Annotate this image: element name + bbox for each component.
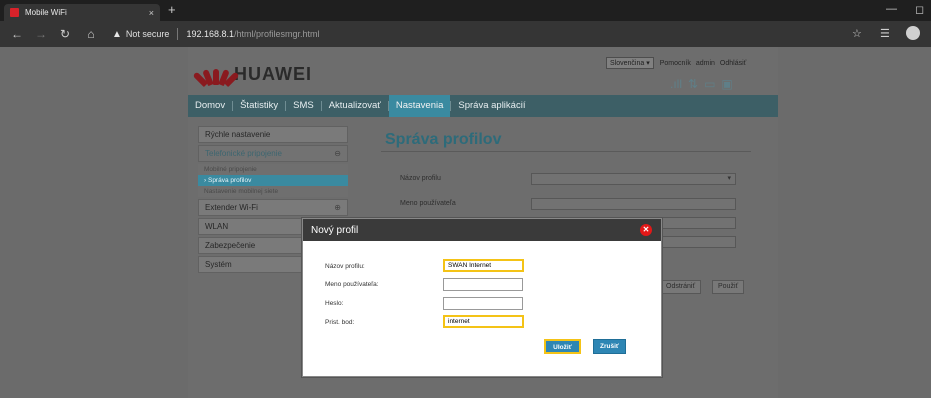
address-bar[interactable]: ▲ Not secure 192.168.8.1 /html/profilesm… (112, 25, 832, 43)
top-links: Slovenčina ▾ Pomocník admin Odhlásiť (606, 57, 751, 69)
nav-app-management[interactable]: Správa aplikácií (451, 95, 532, 117)
language-select[interactable]: Slovenčina ▾ (606, 57, 654, 69)
home-icon[interactable]: ⌂ (80, 27, 102, 41)
web-page: Slovenčina ▾ Pomocník admin Odhlásiť HUA… (0, 47, 931, 398)
brand-name: HUAWEI (234, 63, 312, 84)
address-toolbar: ← → ↻ ⌂ ▲ Not secure 192.168.8.1 /html/p… (0, 21, 931, 47)
star-icon[interactable]: ☆ (852, 27, 862, 40)
help-link[interactable]: Pomocník (660, 60, 691, 67)
sidebar-item-wifi-extender[interactable]: Extender Wi-Fi ⊕ (198, 199, 348, 216)
nav-statistics[interactable]: Štatistiky (233, 95, 285, 117)
username-field[interactable] (531, 198, 736, 210)
main-nav: Domov Štatistiky SMS Aktualizovať Nastav… (188, 95, 778, 117)
nav-home[interactable]: Domov (188, 95, 232, 117)
huawei-logo: HUAWEI (192, 63, 312, 88)
nav-settings[interactable]: Nastavenia (388, 95, 451, 117)
profile-name-input[interactable]: SWAN Internet (443, 259, 524, 272)
username-label: Meno používateľa: (325, 281, 379, 288)
nav-update[interactable]: Aktualizovať (322, 95, 388, 117)
signal-icon: .ıll (670, 77, 682, 91)
url-path: /html/profilesmgr.html (233, 29, 320, 39)
username-input[interactable] (443, 278, 523, 291)
save-button[interactable]: Uložiť (544, 339, 581, 354)
logout-link[interactable]: Odhlásiť (720, 60, 746, 67)
profile-name-label: Názov profilu: (325, 263, 365, 270)
title-divider (381, 151, 751, 152)
cancel-button[interactable]: Zrušiť (593, 339, 626, 354)
browser-tab-bar: Mobile WiFi × + — ◻ (0, 0, 931, 21)
close-icon[interactable]: ✕ (640, 224, 652, 236)
delete-button[interactable]: Odstrániť (660, 280, 702, 294)
sidebar-subitem-profile-management[interactable]: › Správa profilov (198, 175, 348, 186)
reload-icon[interactable]: ↻ (54, 27, 76, 41)
sidebar-subitem-mobile-connection[interactable]: Mobilné pripojenie (198, 164, 348, 175)
new-profile-dialog: Nový profil ✕ Názov profilu: SWAN Intern… (302, 218, 662, 377)
battery-icon: ▣ (721, 77, 733, 91)
tab-close-icon[interactable]: × (149, 8, 154, 18)
back-icon[interactable]: ← (6, 27, 28, 41)
page-title: Správa profilov (385, 131, 502, 148)
status-icons: .ıll ⇅ ▭ ▣ (670, 77, 733, 91)
new-tab-button[interactable]: + (168, 3, 176, 17)
nav-sms[interactable]: SMS (286, 95, 321, 117)
forward-icon[interactable]: → (30, 27, 52, 41)
sidebar-subitem-network-settings[interactable]: Nastavenie mobilnej siete (198, 186, 348, 197)
sidebar-item-quick-setup[interactable]: Rýchle nastavenie (198, 126, 348, 143)
browser-tab[interactable]: Mobile WiFi × (4, 4, 160, 21)
minimize-icon[interactable]: — (886, 3, 897, 15)
profile-name-label: Názov profilu (400, 175, 441, 182)
url-host: 192.168.8.1 (186, 29, 234, 39)
admin-link[interactable]: admin (696, 60, 715, 67)
warning-icon[interactable]: ▲ (112, 29, 122, 40)
wifi-device-icon: ▭ (704, 77, 716, 91)
collapse-icon: ⊖ (334, 149, 341, 158)
dialog-header: Nový profil ✕ (303, 219, 661, 241)
security-label: Not secure (125, 29, 170, 39)
data-transfer-icon: ⇅ (688, 77, 699, 91)
profile-name-select[interactable]: ▾ (531, 173, 736, 185)
profile-icon[interactable] (906, 26, 920, 40)
collections-icon[interactable]: ☰ (880, 27, 890, 40)
username-label: Meno používateľa (400, 200, 456, 207)
password-input[interactable] (443, 297, 523, 310)
apn-input[interactable]: internet (443, 315, 524, 328)
dialog-title: Nový profil (311, 224, 359, 236)
huawei-favicon-icon (10, 8, 19, 17)
password-label: Heslo: (325, 300, 344, 307)
tab-title: Mobile WiFi (25, 8, 67, 17)
restore-icon[interactable]: ◻ (915, 3, 924, 16)
apply-button[interactable]: Použiť (712, 280, 745, 294)
huawei-flower-icon (192, 63, 240, 88)
apn-label: Prist. bod: (325, 319, 355, 326)
divider (177, 28, 179, 40)
sidebar-item-dialup[interactable]: Telefonické pripojenie ⊖ (198, 145, 348, 162)
